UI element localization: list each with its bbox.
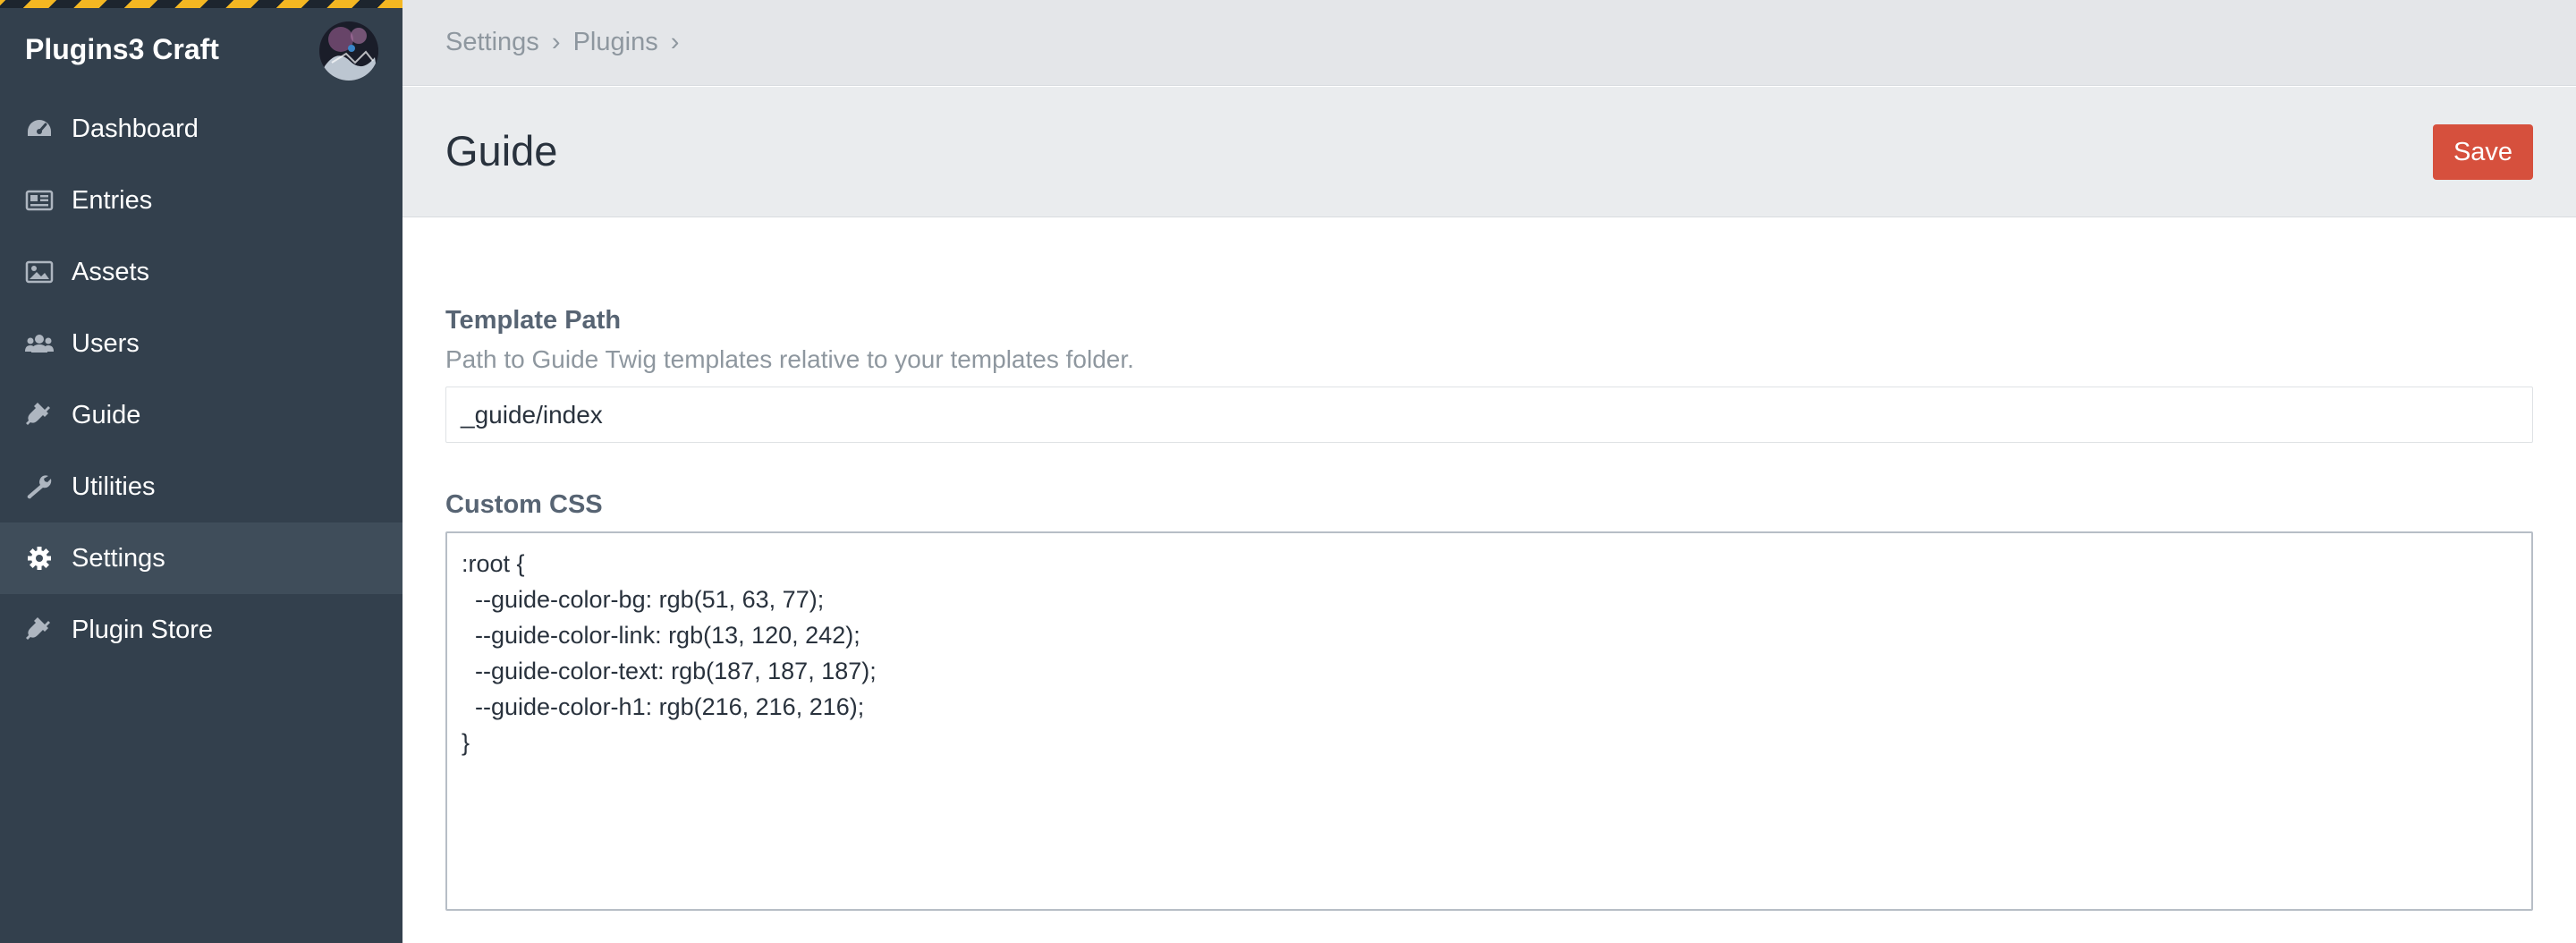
craft-cp-window: Plugins3 Craft Dashboard Entries Assets … [0,0,2576,943]
breadcrumb-item-settings[interactable]: Settings [445,28,539,57]
template-path-label: Template Path [445,306,622,335]
template-path-input[interactable]: _guide/index [445,387,2533,443]
custom-css-textarea[interactable]: :root { --guide-color-bg: rgb(51, 63, 77… [445,531,2533,911]
nav-item-settings[interactable]: Settings [0,522,402,594]
nav-label: Plugin Store [72,616,213,644]
breadcrumb-separator: › [551,28,561,56]
users-icon [25,331,54,356]
page-header: Guide Save [402,87,2576,217]
wrench-icon [25,474,54,499]
main-content: Settings › Plugins › Guide Save Template… [402,0,2576,943]
nav-item-utilities[interactable]: Utilities [0,451,402,522]
site-header: Plugins3 Craft [0,8,402,94]
plug-icon [25,617,54,642]
avatar-image-icon [319,21,378,81]
breadcrumb-separator: › [670,28,680,56]
template-path-instructions: Path to Guide Twig templates relative to… [445,345,1134,373]
breadcrumb: Settings › Plugins › [445,28,684,57]
nav-label: Assets [72,258,150,286]
breadcrumb-bar: Settings › Plugins › [402,0,2576,86]
user-avatar[interactable] [319,21,378,81]
gear-icon [25,546,54,571]
nav-item-users[interactable]: Users [0,308,402,379]
nav-label: Dashboard [72,115,199,143]
nav-label: Users [72,329,140,358]
image-icon [25,259,54,285]
sidebar: Plugins3 Craft Dashboard Entries Assets … [0,0,402,943]
nav-item-entries[interactable]: Entries [0,165,402,236]
site-name[interactable]: Plugins3 Craft [25,33,219,66]
nav-label: Utilities [72,472,156,501]
page-title: Guide [445,127,558,174]
plug-icon [25,403,54,428]
custom-css-label: Custom CSS [445,490,603,519]
nav-label: Settings [72,544,165,573]
nav-item-assets[interactable]: Assets [0,236,402,308]
nav-label: Guide [72,401,141,429]
save-button[interactable]: Save [2433,124,2533,180]
environment-stripe [0,0,402,8]
gauge-icon [25,116,54,141]
nav-item-guide[interactable]: Guide [0,379,402,451]
nav-label: Entries [72,186,153,215]
primary-nav: Dashboard Entries Assets Users Guide Uti… [0,93,402,666]
breadcrumb-item-plugins[interactable]: Plugins [573,28,658,57]
nav-item-plugin-store[interactable]: Plugin Store [0,594,402,666]
nav-item-dashboard[interactable]: Dashboard [0,93,402,165]
newspaper-icon [25,188,54,213]
